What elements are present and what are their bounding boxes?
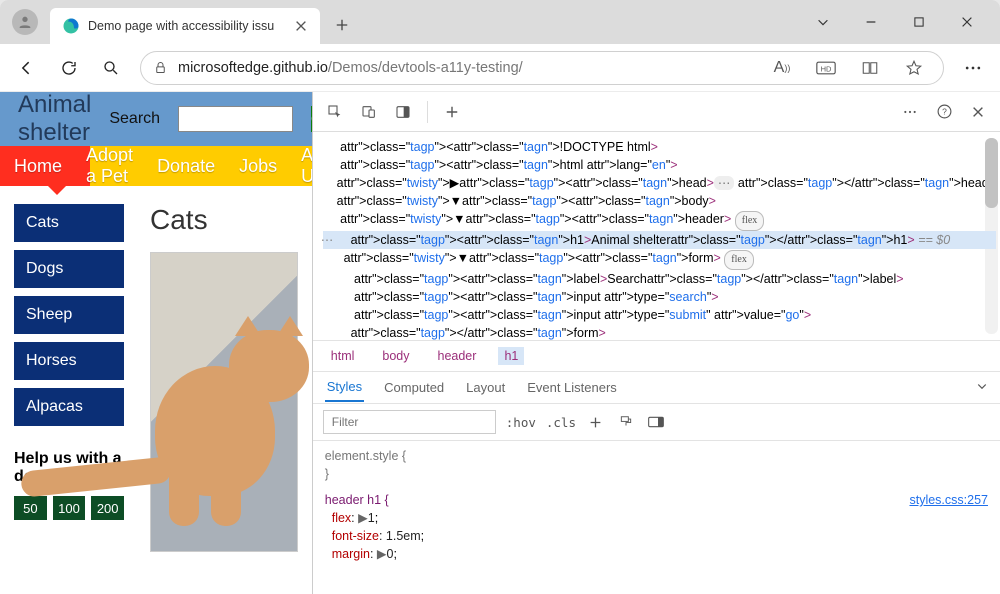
crumb-h1[interactable]: h1 [498, 347, 524, 365]
nav-home[interactable]: Home [14, 156, 62, 177]
nav-jobs[interactable]: Jobs [239, 156, 277, 177]
content-area: Cats [150, 204, 298, 552]
crumb-body[interactable]: body [376, 347, 415, 365]
lock-icon [153, 60, 168, 75]
cat-image [150, 252, 298, 552]
crumb-html[interactable]: html [325, 347, 361, 365]
svg-text:HD: HD [821, 64, 832, 73]
stylesheet-link[interactable]: styles.css:257 [909, 491, 988, 509]
dom-line[interactable]: attr">class="tagp"><attr">class="tagn">i… [323, 306, 996, 324]
titlebar: Demo page with accessibility issu [0, 0, 1000, 44]
main-nav: Home Adopt a Pet Donate Jobs About Us [0, 146, 312, 186]
dock-side-icon[interactable] [389, 98, 417, 126]
dom-line[interactable]: attr">class="tagp"><attr">class="tagn">l… [323, 270, 996, 288]
tab-layout[interactable]: Layout [464, 374, 507, 401]
sidebar-cats[interactable]: Cats [14, 204, 124, 242]
tab-close-icon[interactable] [294, 19, 308, 33]
sidebar-dogs[interactable]: Dogs [14, 250, 124, 288]
svg-text:?: ? [942, 106, 947, 116]
tab-styles[interactable]: Styles [325, 373, 364, 402]
address-bar[interactable]: microsoftedge.github.io/Demos/devtools-a… [140, 51, 944, 85]
edge-favicon-icon [62, 17, 80, 35]
devtools-close-icon[interactable] [964, 98, 992, 126]
tab-title: Demo page with accessibility issu [88, 19, 286, 33]
tab-event-listeners[interactable]: Event Listeners [525, 374, 619, 401]
dom-breadcrumbs: html body header h1 [313, 340, 1000, 372]
nav-donate[interactable]: Donate [157, 156, 215, 177]
window-close-icon[interactable] [952, 7, 982, 37]
read-aloud-icon[interactable]: A)) [765, 51, 799, 85]
nav-active-caret-icon [48, 186, 66, 195]
sidebar-alpacas[interactable]: Alpacas [14, 388, 124, 426]
url-text: microsoftedge.github.io/Demos/devtools-a… [178, 60, 755, 76]
styles-filter-input[interactable] [323, 410, 496, 434]
styles-filter-row: :hov .cls [313, 404, 1000, 441]
sidebar-sheep[interactable]: Sheep [14, 296, 124, 334]
dom-line[interactable]: attr">class="tagp"><attr">class="tagn">h… [323, 156, 996, 174]
refresh-button[interactable] [50, 49, 88, 87]
dom-line[interactable]: attr">class="twisty">▼attr">class="tagp"… [323, 192, 996, 210]
dom-line[interactable]: attr">class="twisty">▶attr">class="tagp"… [323, 174, 996, 192]
more-menu-icon[interactable] [954, 49, 992, 87]
site-header: Animal shelter Search go [0, 92, 312, 146]
page-viewport: Animal shelter Search go Home Adopt a Pe… [0, 92, 312, 594]
site-title: Animal shelter [18, 92, 91, 147]
toggle-cls[interactable]: .cls [546, 415, 576, 430]
window-minimize-icon[interactable] [856, 7, 886, 37]
devtools-toolbar: ? [313, 92, 1000, 132]
hd-icon[interactable]: HD [809, 51, 843, 85]
sidebar-toggle-icon[interactable] [646, 416, 666, 428]
back-button[interactable] [8, 49, 46, 87]
profile-avatar[interactable] [12, 9, 38, 35]
device-emulation-icon[interactable] [355, 98, 383, 126]
search-button[interactable] [92, 49, 130, 87]
browser-tab[interactable]: Demo page with accessibility issu [50, 8, 320, 44]
new-style-rule-icon[interactable] [586, 416, 606, 429]
devtools-more-icon[interactable] [896, 98, 924, 126]
tabs-dropdown-icon[interactable] [808, 7, 838, 37]
sidebar-horses[interactable]: Horses [14, 342, 124, 380]
window-maximize-icon[interactable] [904, 7, 934, 37]
sidebar: Cats Dogs Sheep Horses Alpacas Help us w… [14, 204, 124, 552]
crumb-header[interactable]: header [432, 347, 483, 365]
content-heading: Cats [150, 204, 298, 236]
dom-line[interactable]: ⋯ attr">class="tagp"><attr">class="tagn"… [323, 231, 996, 249]
donate-100[interactable]: 100 [53, 496, 86, 520]
styles-pane[interactable]: element.style {}header h1 {styles.css:25… [313, 441, 1000, 594]
styles-tabs-more-icon[interactable] [976, 380, 988, 395]
search-input[interactable] [178, 106, 293, 132]
toggle-hov[interactable]: :hov [506, 415, 536, 430]
dom-line[interactable]: attr">class="twisty">▼attr">class="tagp"… [323, 210, 996, 231]
dom-line[interactable]: attr">class="twisty">▼attr">class="tagp"… [323, 249, 996, 270]
donate-200[interactable]: 200 [91, 496, 124, 520]
inspect-element-icon[interactable] [321, 98, 349, 126]
styles-tabs: Styles Computed Layout Event Listeners [313, 372, 1000, 404]
paint-icon[interactable] [616, 415, 636, 429]
devtools-help-icon[interactable]: ? [930, 98, 958, 126]
reader-icon[interactable] [853, 51, 887, 85]
favorite-icon[interactable] [897, 51, 931, 85]
search-label: Search [109, 110, 160, 128]
devtools-panel: ? attr">class="tagp"><attr">class="tagn"… [312, 92, 1000, 594]
dom-line[interactable]: attr">class="tagp"><attr">class="tagn">!… [323, 138, 996, 156]
new-tab-button[interactable] [326, 9, 358, 41]
tab-computed[interactable]: Computed [382, 374, 446, 401]
address-bar-row: microsoftedge.github.io/Demos/devtools-a… [0, 44, 1000, 92]
dom-tree[interactable]: attr">class="tagp"><attr">class="tagn">!… [313, 132, 1000, 340]
donate-50[interactable]: 50 [14, 496, 47, 520]
devtools-new-tab-icon[interactable] [438, 98, 466, 126]
dom-line[interactable]: attr">class="tagp"><attr">class="tagn">i… [323, 288, 996, 306]
dom-line[interactable]: attr">class="tagp"></attr">class="tagn">… [323, 324, 996, 340]
nav-adopt[interactable]: Adopt a Pet [86, 145, 133, 187]
nav-about[interactable]: About Us [301, 145, 312, 187]
